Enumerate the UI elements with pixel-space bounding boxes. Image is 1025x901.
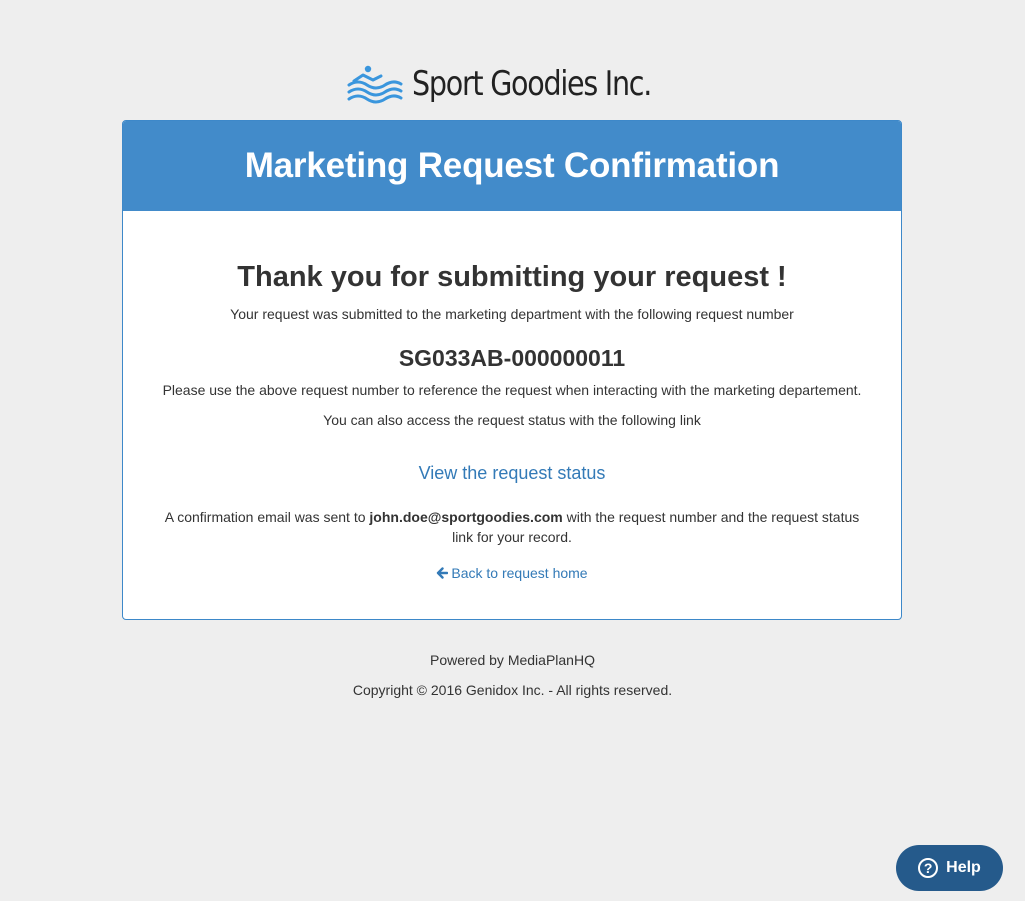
- email-address: john.doe@sportgoodies.com: [369, 509, 563, 525]
- view-status-link[interactable]: View the request status: [123, 463, 901, 484]
- page-title: Marketing Request Confirmation: [244, 146, 780, 185]
- brand-name: Sport Goodies Inc.: [412, 64, 652, 104]
- arrow-left-icon: [437, 567, 449, 579]
- request-number: SG033AB-000000011: [398, 345, 626, 371]
- confirmation-card: Marketing Request Confirmation Thank you…: [122, 120, 902, 620]
- thank-you-heading: Thank you for submitting your request !: [237, 261, 787, 293]
- access-text: You can also access the request status w…: [323, 412, 701, 428]
- help-button[interactable]: ? Help: [896, 845, 1003, 891]
- email-prefix: A confirmation email was sent to: [164, 509, 370, 525]
- powered-by: Powered by MediaPlanHQ: [430, 652, 595, 668]
- question-circle-icon: ?: [918, 858, 939, 878]
- confirmation-email-text: A confirmation email was sent to john.do…: [123, 507, 901, 547]
- swimmer-waves-icon: [347, 65, 403, 104]
- back-to-home-link[interactable]: Back to request home: [123, 565, 901, 581]
- card-header: Marketing Request Confirmation: [123, 121, 901, 211]
- submitted-text: Your request was submitted to the market…: [230, 306, 794, 322]
- reference-text: Please use the above request number to r…: [162, 382, 862, 398]
- brand-logo: Sport Goodies Inc.: [346, 58, 697, 110]
- back-link-label[interactable]: Back to request home: [451, 565, 587, 581]
- help-label: Help: [946, 859, 981, 876]
- copyright: Copyright © 2016 Genidox Inc. - All righ…: [352, 682, 673, 698]
